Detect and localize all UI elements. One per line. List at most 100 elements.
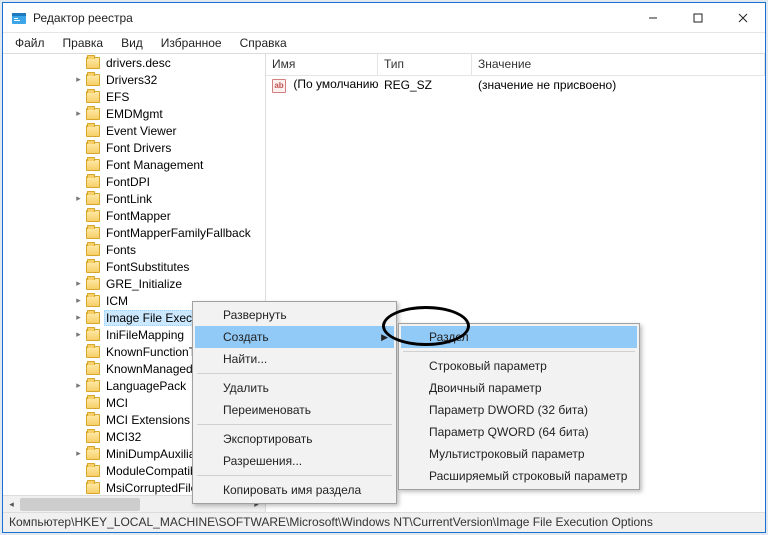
tree-node-label: IniFileMapping (104, 328, 186, 342)
tree-node-label: Font Management (104, 158, 205, 172)
menu-item[interactable]: Раздел (401, 326, 637, 348)
menu-item[interactable]: Мультистроковый параметр (401, 443, 637, 465)
expander-icon (73, 465, 84, 476)
tree-node-label: ModuleCompatibi (104, 464, 201, 478)
menu-item[interactable]: Удалить (195, 377, 394, 399)
menu-item[interactable]: Экспортировать (195, 428, 394, 450)
tree-node[interactable]: FontMapperFamilyFallback (3, 224, 265, 241)
list-header: Имя Тип Значение (266, 54, 765, 76)
tree-node[interactable]: Fonts (3, 241, 265, 258)
menu-item[interactable]: Найти... (195, 348, 394, 370)
scroll-left-icon[interactable]: ◂ (3, 496, 20, 512)
menu-item-label: Разрешения... (223, 454, 302, 468)
folder-icon (86, 414, 100, 426)
menu-item[interactable]: Разрешения... (195, 450, 394, 472)
minimize-button[interactable] (630, 3, 675, 32)
tree-node[interactable]: Font Management (3, 156, 265, 173)
tree-node-label: Font Drivers (104, 141, 173, 155)
tree-node[interactable]: FontDPI (3, 173, 265, 190)
menu-edit[interactable]: Правка (55, 34, 112, 52)
expander-icon (73, 210, 84, 221)
col-name[interactable]: Имя (266, 54, 378, 75)
expander-icon (73, 91, 84, 102)
expander-icon[interactable]: ▸ (73, 312, 84, 323)
scroll-thumb[interactable] (20, 498, 140, 511)
col-value[interactable]: Значение (472, 54, 765, 75)
folder-icon (86, 159, 100, 171)
col-type[interactable]: Тип (378, 54, 472, 75)
expander-icon (73, 125, 84, 136)
menu-view[interactable]: Вид (113, 34, 151, 52)
menu-item[interactable]: Параметр QWORD (64 бита) (401, 421, 637, 443)
folder-icon (86, 397, 100, 409)
expander-icon[interactable]: ▸ (73, 278, 84, 289)
menu-item[interactable]: Развернуть (195, 304, 394, 326)
tree-node-label: Event Viewer (104, 124, 178, 138)
tree-node[interactable]: drivers.desc (3, 54, 265, 71)
statusbar: Компьютер\HKEY_LOCAL_MACHINE\SOFTWARE\Mi… (3, 512, 765, 532)
menu-item[interactable]: Двоичный параметр (401, 377, 637, 399)
menubar: Файл Правка Вид Избранное Справка (3, 33, 765, 53)
menu-item-label: Параметр DWORD (32 бита) (429, 403, 588, 417)
value-name: (По умолчанию) (293, 77, 378, 91)
tree-node[interactable]: FontSubstitutes (3, 258, 265, 275)
folder-icon (86, 363, 100, 375)
tree-node[interactable]: FontMapper (3, 207, 265, 224)
context-menu-key[interactable]: Развернуть Создать▶Найти... Удалить Переиме… (192, 301, 397, 504)
menu-separator (197, 475, 392, 476)
expander-icon (73, 482, 84, 493)
menu-separator (197, 424, 392, 425)
tree-node[interactable]: EFS (3, 88, 265, 105)
tree-node[interactable]: Event Viewer (3, 122, 265, 139)
context-menu-new[interactable]: Раздел Строковый параметрДвоичный парамет… (398, 323, 640, 490)
menu-item-label: Удалить (223, 381, 269, 395)
folder-icon (86, 312, 100, 324)
expander-icon (73, 159, 84, 170)
tree-node-label: FontSubstitutes (104, 260, 191, 274)
expander-icon[interactable]: ▸ (73, 448, 84, 459)
menu-item[interactable]: Копировать имя раздела (195, 479, 394, 501)
expander-icon[interactable]: ▸ (73, 74, 84, 85)
expander-icon (73, 176, 84, 187)
menu-item-label: Развернуть (223, 308, 287, 322)
menu-item[interactable]: Расширяемый строковый параметр (401, 465, 637, 487)
menu-item[interactable]: Создать▶ (195, 326, 394, 348)
value-type: REG_SZ (378, 78, 472, 92)
folder-icon (86, 380, 100, 392)
window-title: Редактор реестра (33, 11, 630, 25)
tree-node-label: LanguagePack (104, 379, 188, 393)
menu-separator (197, 373, 392, 374)
menu-help[interactable]: Справка (232, 34, 295, 52)
expander-icon[interactable]: ▸ (73, 193, 84, 204)
folder-icon (86, 193, 100, 205)
menu-item[interactable]: Параметр DWORD (32 бита) (401, 399, 637, 421)
folder-icon (86, 227, 100, 239)
tree-node[interactable]: Font Drivers (3, 139, 265, 156)
folder-icon (86, 91, 100, 103)
expander-icon (73, 57, 84, 68)
close-button[interactable] (720, 3, 765, 32)
expander-icon[interactable]: ▸ (73, 329, 84, 340)
list-row[interactable]: ab (По умолчанию) REG_SZ (значение не пр… (266, 76, 765, 94)
expander-icon (73, 397, 84, 408)
maximize-button[interactable] (675, 3, 720, 32)
tree-node[interactable]: ▸EMDMgmt (3, 105, 265, 122)
folder-icon (86, 278, 100, 290)
expander-icon[interactable]: ▸ (73, 108, 84, 119)
expander-icon[interactable]: ▸ (73, 380, 84, 391)
menu-item-label: Расширяемый строковый параметр (429, 469, 627, 483)
tree-node[interactable]: ▸FontLink (3, 190, 265, 207)
menu-fav[interactable]: Избранное (153, 34, 230, 52)
tree-node-label: MCI (104, 396, 130, 410)
tree-node-label: GRE_Initialize (104, 277, 184, 291)
expander-icon[interactable]: ▸ (73, 295, 84, 306)
menu-item[interactable]: Переименовать (195, 399, 394, 421)
titlebar[interactable]: Редактор реестра (3, 3, 765, 33)
menu-file[interactable]: Файл (7, 34, 53, 52)
tree-node-label: MCI32 (104, 430, 143, 444)
tree-node[interactable]: ▸Drivers32 (3, 71, 265, 88)
tree-node[interactable]: ▸ GRE_Initialize (3, 275, 265, 292)
folder-icon (86, 482, 100, 494)
folder-icon (86, 465, 100, 477)
menu-item[interactable]: Строковый параметр (401, 355, 637, 377)
